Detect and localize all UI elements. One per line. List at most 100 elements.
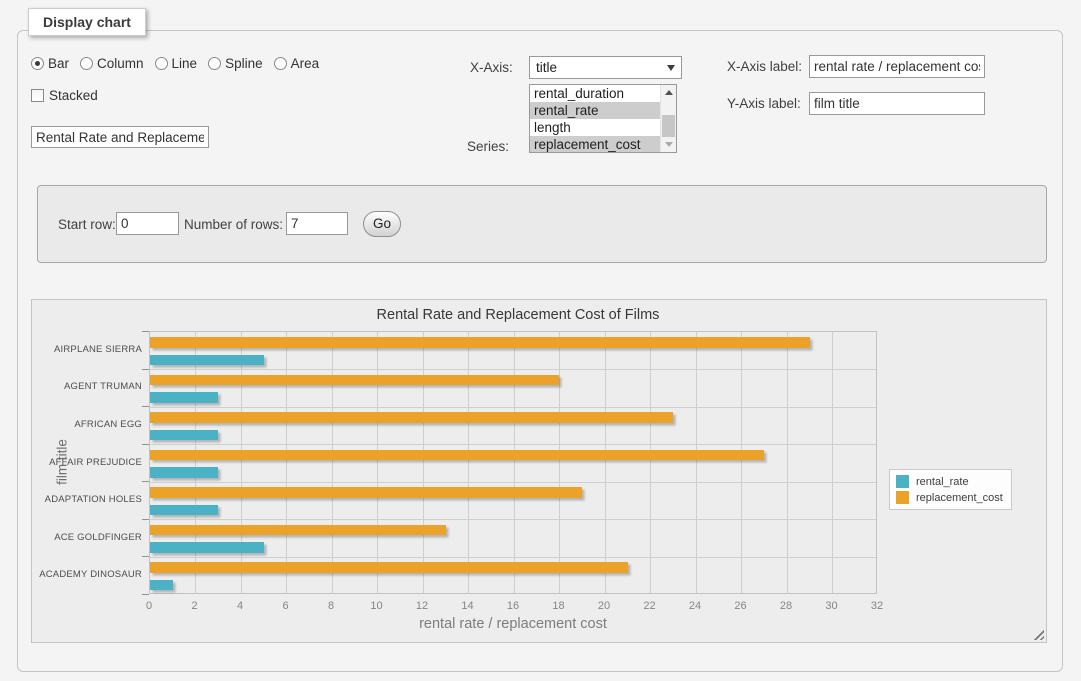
x-tick-label: 20 xyxy=(589,600,619,612)
chart-type-radio-area[interactable]: Area xyxy=(274,56,320,71)
y-tick-icon xyxy=(142,556,149,557)
chart-container: Rental Rate and Replacement Cost of Film… xyxy=(31,299,1047,643)
gridline xyxy=(150,444,876,445)
radio-icon[interactable] xyxy=(208,57,221,70)
gridline xyxy=(195,332,196,593)
radio-label: Line xyxy=(172,56,198,71)
x-axis-label-input[interactable] xyxy=(809,55,985,78)
number-of-rows-input[interactable] xyxy=(286,212,348,235)
radio-icon[interactable] xyxy=(31,57,44,70)
gridline xyxy=(423,332,424,593)
legend-label: rental_rate xyxy=(916,476,969,488)
y-tick-icon xyxy=(142,481,149,482)
gridline xyxy=(150,519,876,520)
x-tick-label: 10 xyxy=(362,600,392,612)
x-tick-label: 16 xyxy=(498,600,528,612)
legend-swatch-replacement_cost xyxy=(896,491,909,504)
legend-row: replacement_cost xyxy=(896,491,1003,504)
radio-label: Bar xyxy=(48,56,69,71)
bar-rental_rate xyxy=(150,430,218,441)
category-label: AFRICAN EGG xyxy=(32,419,142,430)
category-label: AGENT TRUMAN xyxy=(32,381,142,392)
go-button[interactable]: Go xyxy=(363,211,401,237)
radio-label: Column xyxy=(97,56,144,71)
radio-icon[interactable] xyxy=(155,57,168,70)
series-option-rental_duration[interactable]: rental_duration xyxy=(530,85,676,102)
series-option-rental_rate[interactable]: rental_rate xyxy=(530,102,676,119)
radio-label: Spline xyxy=(225,56,263,71)
gridline xyxy=(150,482,876,483)
chart-type-radio-spline[interactable]: Spline xyxy=(208,56,263,71)
legend-label: replacement_cost xyxy=(916,492,1003,504)
x-tick-label: 18 xyxy=(544,600,574,612)
bar-rental_rate xyxy=(150,355,264,366)
page: Display chart BarColumnLineSplineArea St… xyxy=(0,0,1081,681)
stacked-row: Stacked xyxy=(31,88,98,103)
category-label: ADAPTATION HOLES xyxy=(32,494,142,505)
x-tick-label: 0 xyxy=(134,600,164,612)
x-axis-caption: X-Axis: xyxy=(470,60,513,75)
row-controls-panel: Start row: Number of rows: Go xyxy=(37,185,1047,263)
scroll-up-icon[interactable] xyxy=(661,85,676,100)
x-tick-label: 4 xyxy=(225,600,255,612)
gridline xyxy=(377,332,378,593)
radio-icon[interactable] xyxy=(80,57,93,70)
gridline xyxy=(650,332,651,593)
gridline xyxy=(468,332,469,593)
x-tick-label: 8 xyxy=(316,600,346,612)
start-row-input[interactable] xyxy=(116,212,179,235)
gridline xyxy=(241,332,242,593)
gridline xyxy=(150,557,876,558)
x-tick-label: 26 xyxy=(726,600,756,612)
bar-replacement_cost xyxy=(150,450,764,461)
x-tick-label: 22 xyxy=(635,600,665,612)
bar-replacement_cost xyxy=(150,375,559,386)
x-tick-label: 28 xyxy=(771,600,801,612)
scroll-down-icon[interactable] xyxy=(661,137,676,152)
y-tick-icon xyxy=(142,519,149,520)
gridline xyxy=(741,332,742,593)
y-tick-icon xyxy=(142,331,149,332)
gridline xyxy=(514,332,515,593)
y-axis-label-input[interactable] xyxy=(809,92,985,115)
series-option-length[interactable]: length xyxy=(530,119,676,136)
chart-title: Rental Rate and Replacement Cost of Film… xyxy=(32,307,1004,323)
series-scrollbar[interactable] xyxy=(660,85,676,152)
series-option-replacement_cost[interactable]: replacement_cost xyxy=(530,136,676,153)
y-tick-icon xyxy=(142,594,149,595)
chart-type-radio-bar[interactable]: Bar xyxy=(31,56,69,71)
bar-replacement_cost xyxy=(150,412,673,423)
chart-title-input[interactable] xyxy=(31,126,209,148)
x-tick-label: 6 xyxy=(271,600,301,612)
chart-type-radio-group: Bar Column Line Spline Area xyxy=(31,56,319,71)
chart-type-radio-column[interactable]: Column xyxy=(80,56,144,71)
bar-rental_rate xyxy=(150,392,218,403)
stacked-checkbox[interactable] xyxy=(31,89,44,102)
x-tick-label: 32 xyxy=(862,600,892,612)
category-label: ACE GOLDFINGER xyxy=(32,532,142,543)
x-tick-label: 30 xyxy=(817,600,847,612)
series-caption: Series: xyxy=(467,139,509,154)
bar-rental_rate xyxy=(150,505,218,516)
bar-rental_rate xyxy=(150,467,218,478)
bar-replacement_cost xyxy=(150,487,582,498)
resize-handle-icon[interactable] xyxy=(1033,629,1044,640)
bar-replacement_cost xyxy=(150,337,810,348)
scrollbar-thumb[interactable] xyxy=(662,115,675,137)
x-axis-select-value: title xyxy=(536,60,557,75)
radio-icon[interactable] xyxy=(274,57,287,70)
bar-replacement_cost xyxy=(150,562,628,573)
chart-type-radio-line[interactable]: Line xyxy=(155,56,198,71)
x-axis-label-caption: X-Axis label: xyxy=(727,59,802,74)
gridline xyxy=(150,407,876,408)
gridline xyxy=(559,332,560,593)
number-of-rows-caption: Number of rows: xyxy=(184,217,283,232)
legend-row: rental_rate xyxy=(896,475,1003,488)
legend-swatch-rental_rate xyxy=(896,475,909,488)
y-tick-icon xyxy=(142,406,149,407)
y-tick-icon xyxy=(142,369,149,370)
series-multiselect[interactable]: rental_durationrental_ratelengthreplacem… xyxy=(529,84,677,153)
bar-rental_rate xyxy=(150,542,264,553)
bar-replacement_cost xyxy=(150,525,446,536)
x-axis-select[interactable]: title xyxy=(529,56,682,79)
